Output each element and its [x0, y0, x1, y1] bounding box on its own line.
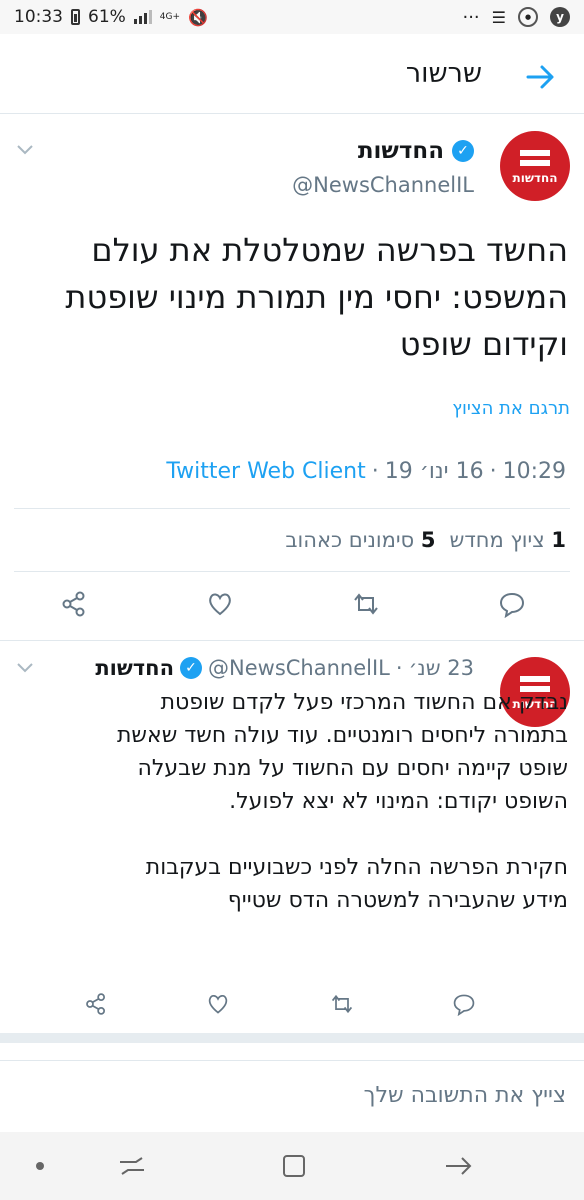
like-icon[interactable] [206, 590, 234, 618]
meta-separator: · [489, 459, 497, 484]
tweet-stats: 1 ציוץ מחדש 5 סימונים כאהוב [285, 528, 566, 552]
retweets-count: 1 [551, 528, 566, 552]
status-time: 10:33 [14, 7, 63, 27]
reply-date: 23 שנ׳ [408, 656, 474, 680]
tweet-separator [0, 640, 584, 641]
retweets-stat[interactable]: 1 ציוץ מחדש [449, 528, 566, 552]
status-left: 10:33 61% 4G+ 🔇 [14, 7, 208, 27]
share-icon[interactable] [84, 992, 108, 1016]
reply-input-placeholder[interactable]: צייץ את התשובה שלך [364, 1083, 566, 1108]
network-type: 4G+ [159, 11, 181, 22]
likes-label: סימונים כאהוב [285, 528, 415, 552]
avatar[interactable]: החדשות [500, 131, 570, 201]
recent-apps-icon[interactable] [116, 1150, 148, 1182]
reply-compose-box[interactable]: צייץ את התשובה שלך [0, 1060, 584, 1132]
status-right: ··· ☰ ● y [462, 7, 570, 28]
retweet-icon[interactable] [330, 992, 354, 1016]
author-name-row[interactable]: החדשות ✓ [358, 138, 474, 164]
more-notifications: ··· [462, 6, 480, 28]
reply-paragraph: נבדק אם החשוד המרכזי פעל לקדם שופטת בתמו… [116, 690, 568, 814]
author-handle: @NewsChannelIL [208, 656, 390, 680]
news-app-icon: ☰ [491, 7, 506, 27]
logo-bar [520, 159, 550, 166]
logo-bar [520, 149, 550, 156]
main-tweet-actions [0, 590, 584, 630]
author-name: החדשות [95, 656, 175, 680]
meta-separator: · [395, 656, 403, 680]
reply-author-row[interactable]: החדשות ✓ @NewsChannelIL · 23 שנ׳ [95, 656, 474, 680]
page-title: שרשור [405, 58, 482, 89]
tweet-date: 16 ינו׳ 19 [384, 459, 484, 484]
tweet-meta: Twitter Web Client · 16 ינו׳ 19 · 10:29 [166, 459, 566, 484]
logo-bar [520, 675, 550, 682]
tweet-text: החשד בפרשה שמטלטלת את עולם המשפט: יחסי מ… [65, 231, 568, 363]
ynet-icon: y [550, 7, 570, 27]
battery-level: 61% [88, 7, 126, 27]
divider [14, 571, 570, 572]
thread-header: שרשור [0, 34, 584, 114]
verified-badge-icon: ✓ [180, 657, 203, 679]
section-separator [0, 1033, 584, 1043]
home-icon[interactable] [278, 1150, 310, 1182]
chevron-down-icon[interactable] [16, 662, 34, 674]
battery-icon [71, 9, 80, 25]
translate-link[interactable]: תרגם את הציוץ [452, 398, 570, 419]
back-arrow-icon[interactable] [526, 64, 556, 90]
signal-icon [133, 10, 152, 24]
dot-icon[interactable] [24, 1150, 56, 1182]
reply-icon[interactable] [452, 992, 476, 1016]
likes-stat[interactable]: 5 סימונים כאהוב [285, 528, 435, 552]
back-nav-icon[interactable] [442, 1150, 474, 1182]
status-bar: 10:33 61% 4G+ 🔇 ··· ☰ ● y [0, 0, 584, 34]
meta-separator: · [371, 459, 379, 484]
author-name: החדשות [357, 138, 444, 164]
tweet-source[interactable]: Twitter Web Client [166, 459, 365, 484]
reply-icon[interactable] [498, 590, 526, 618]
avatar-label: החדשות [512, 170, 558, 185]
likes-count: 5 [420, 528, 436, 552]
like-icon[interactable] [206, 992, 230, 1016]
reply-text: נבדק אם החשוד המרכזי פעל לקדם שופטת בתמו… [104, 686, 568, 917]
divider [14, 508, 570, 509]
share-icon[interactable] [60, 590, 88, 618]
verified-badge-icon: ✓ [452, 140, 474, 162]
retweets-label: ציוץ מחדש [449, 528, 545, 552]
retweet-icon[interactable] [352, 590, 380, 618]
chevron-down-icon[interactable] [16, 144, 34, 156]
app-notification-icon: ● [518, 7, 538, 27]
reply-tweet-actions [0, 992, 584, 1032]
tweet-time: 10:29 [502, 459, 566, 484]
mute-icon: 🔇 [188, 7, 208, 27]
system-navigation-bar [0, 1132, 584, 1200]
reply-paragraph: חקירת הפרשה החלה לפני כשבועיים בעקבות מי… [145, 855, 568, 913]
author-handle[interactable]: @NewsChannelIL [292, 173, 474, 197]
